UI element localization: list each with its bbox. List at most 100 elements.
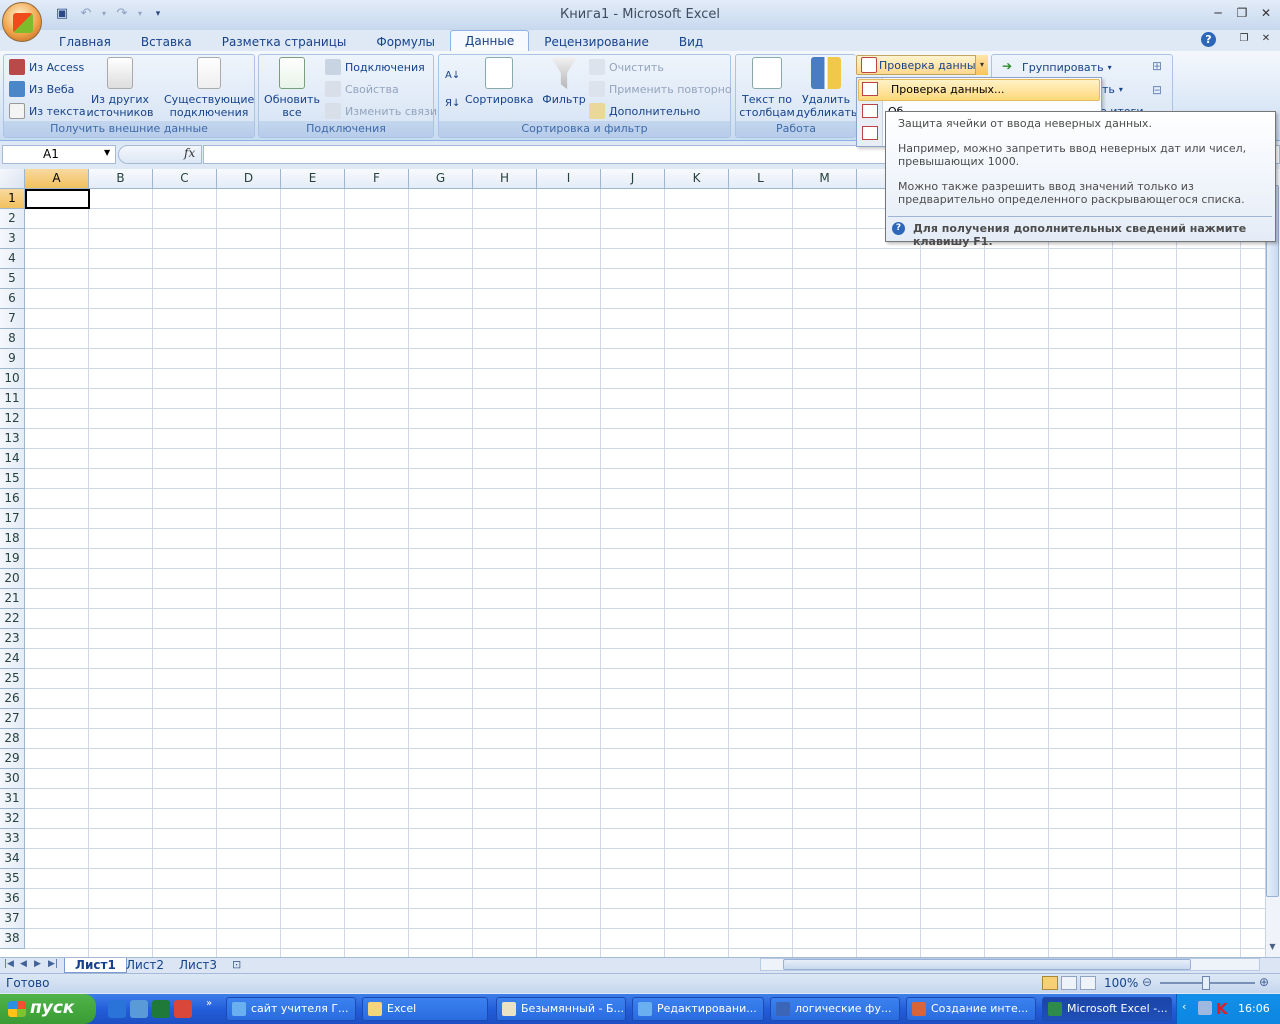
- data-validation-button[interactable]: Проверка данных ▾: [856, 55, 988, 75]
- row-header[interactable]: 32: [0, 809, 25, 829]
- column-header[interactable]: H: [473, 169, 537, 189]
- internet-explorer-icon[interactable]: [108, 1000, 126, 1018]
- redo-dropdown-icon[interactable]: ▾: [136, 5, 144, 23]
- show-detail-icon[interactable]: ⊞: [1152, 59, 1162, 73]
- zoom-out-icon[interactable]: ⊖: [1142, 975, 1152, 989]
- column-header[interactable]: L: [729, 169, 793, 189]
- sort-asc-button[interactable]: A↓: [445, 65, 460, 85]
- task-site[interactable]: сайт учителя Г...: [226, 997, 356, 1021]
- worksheet-grid[interactable]: ABCDEFGHIJKLMNOPQRST12345678910111213141…: [0, 169, 1265, 957]
- zoom-level[interactable]: 100%: [1104, 976, 1138, 990]
- undo-icon[interactable]: ↶: [76, 5, 96, 23]
- text-to-columns-button[interactable]: Текст по столбцам: [738, 57, 796, 119]
- column-header[interactable]: F: [345, 169, 409, 189]
- tab-data[interactable]: Данные: [449, 30, 530, 52]
- row-header[interactable]: 3: [0, 229, 25, 249]
- task-excel-folder[interactable]: Excel: [362, 997, 488, 1021]
- row-header[interactable]: 13: [0, 429, 25, 449]
- page-layout-view-icon[interactable]: [1061, 976, 1077, 990]
- quicklaunch-app-icon[interactable]: [130, 1000, 148, 1018]
- row-header[interactable]: 20: [0, 569, 25, 589]
- tab-page-layout[interactable]: Разметка страницы: [207, 32, 362, 52]
- properties-button[interactable]: Свойства: [325, 79, 399, 99]
- tray-antivirus-icon[interactable]: K: [1216, 1000, 1228, 1018]
- name-box[interactable]: A1: [2, 145, 116, 164]
- start-button[interactable]: пуск: [0, 994, 96, 1024]
- column-header[interactable]: K: [665, 169, 729, 189]
- task-logic[interactable]: логические фу...: [770, 997, 900, 1021]
- column-header[interactable]: B: [89, 169, 153, 189]
- vertical-scroll-thumb[interactable]: [1266, 185, 1279, 897]
- ungroup-button[interactable]: ть ▾: [1102, 79, 1123, 99]
- row-header[interactable]: 4: [0, 249, 25, 269]
- column-header[interactable]: E: [281, 169, 345, 189]
- row-header[interactable]: 10: [0, 369, 25, 389]
- quicklaunch-other-icon[interactable]: [174, 1000, 192, 1018]
- row-header[interactable]: 31: [0, 789, 25, 809]
- data-validation-dropdown-icon[interactable]: ▾: [975, 55, 988, 75]
- row-header[interactable]: 17: [0, 509, 25, 529]
- reapply-button[interactable]: Применить повторно: [589, 79, 732, 99]
- row-header[interactable]: 25: [0, 669, 25, 689]
- advanced-button[interactable]: Дополнительно: [589, 101, 700, 121]
- row-header[interactable]: 6: [0, 289, 25, 309]
- from-other-sources-button[interactable]: Из других источников: [82, 57, 158, 119]
- insert-function-button[interactable]: fx: [184, 146, 195, 160]
- name-box-dropdown-icon[interactable]: ▼: [104, 148, 110, 157]
- redo-icon[interactable]: ↷: [112, 5, 132, 23]
- row-header[interactable]: 8: [0, 329, 25, 349]
- tab-review[interactable]: Рецензирование: [529, 32, 664, 52]
- row-header[interactable]: 21: [0, 589, 25, 609]
- column-header[interactable]: G: [409, 169, 473, 189]
- tab-view[interactable]: Вид: [664, 32, 718, 52]
- row-header[interactable]: 12: [0, 409, 25, 429]
- connections-button[interactable]: Подключения: [325, 57, 425, 77]
- active-cell[interactable]: [25, 189, 90, 209]
- task-paint[interactable]: Безымянный - Б...: [496, 997, 626, 1021]
- column-header[interactable]: A: [25, 169, 89, 189]
- group-button[interactable]: ➔ Группировать ▾: [1002, 57, 1112, 77]
- row-header[interactable]: 26: [0, 689, 25, 709]
- save-icon[interactable]: ▣: [52, 5, 72, 23]
- prev-sheet-icon[interactable]: ◀: [20, 959, 27, 969]
- doc-restore-button[interactable]: ❐: [1233, 30, 1255, 48]
- row-header[interactable]: 19: [0, 549, 25, 569]
- from-web-button[interactable]: Из Веба: [9, 79, 74, 99]
- row-header[interactable]: 5: [0, 269, 25, 289]
- column-header[interactable]: C: [153, 169, 217, 189]
- restore-button[interactable]: ❐: [1231, 4, 1253, 22]
- sheet-tab-3[interactable]: Лист3: [169, 958, 227, 973]
- zoom-slider-thumb[interactable]: [1202, 976, 1210, 990]
- column-header[interactable]: M: [793, 169, 857, 189]
- sort-desc-button[interactable]: Я↓: [445, 93, 460, 113]
- remove-duplicates-button[interactable]: Удалить дубликаты: [796, 57, 860, 119]
- hide-detail-icon[interactable]: ⊟: [1152, 83, 1162, 97]
- column-header[interactable]: I: [537, 169, 601, 189]
- refresh-all-button[interactable]: Обновить все: [261, 57, 323, 119]
- last-sheet-icon[interactable]: ▶|: [48, 959, 58, 969]
- office-button[interactable]: [2, 2, 42, 42]
- scroll-down-icon[interactable]: ▼: [1266, 942, 1279, 956]
- undo-dropdown-icon[interactable]: ▾: [100, 5, 108, 23]
- from-access-button[interactable]: Из Access: [9, 57, 84, 77]
- edit-links-button[interactable]: Изменить связи: [325, 101, 437, 121]
- row-header[interactable]: 15: [0, 469, 25, 489]
- row-header[interactable]: 18: [0, 529, 25, 549]
- horizontal-scroll-thumb[interactable]: [783, 959, 1191, 970]
- row-header[interactable]: 22: [0, 609, 25, 629]
- row-header[interactable]: 9: [0, 349, 25, 369]
- row-header[interactable]: 27: [0, 709, 25, 729]
- tab-formulas[interactable]: Формулы: [361, 32, 450, 52]
- row-header[interactable]: 16: [0, 489, 25, 509]
- normal-view-icon[interactable]: [1042, 976, 1058, 990]
- sort-button[interactable]: Сортировка: [465, 57, 534, 106]
- filter-button[interactable]: Фильтр: [539, 57, 589, 106]
- row-header[interactable]: 34: [0, 849, 25, 869]
- tray-arrow-icon[interactable]: ‹: [1182, 1000, 1194, 1016]
- row-header[interactable]: 2: [0, 209, 25, 229]
- row-header[interactable]: 35: [0, 869, 25, 889]
- row-header[interactable]: 11: [0, 389, 25, 409]
- row-header[interactable]: 1: [0, 189, 25, 209]
- help-icon[interactable]: ?: [1201, 32, 1216, 47]
- close-button[interactable]: ✕: [1255, 4, 1277, 22]
